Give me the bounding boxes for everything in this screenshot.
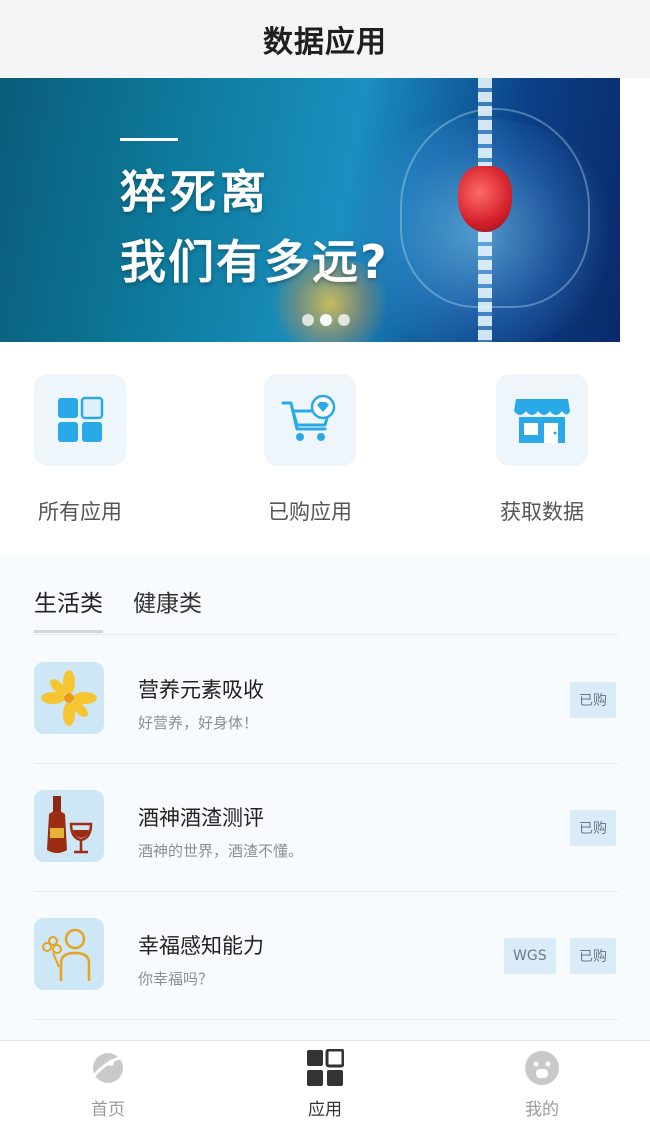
store-icon bbox=[496, 374, 588, 466]
page-title: 数据应用 bbox=[263, 25, 387, 60]
quick-actions: 所有应用 已购应用 获取数据 bbox=[0, 342, 650, 556]
flower-icon bbox=[34, 662, 104, 734]
list-item[interactable]: 幸福感知能力 你幸福吗？ WGS 已购 bbox=[34, 892, 618, 1020]
app-header: 数据应用 bbox=[0, 0, 650, 78]
quick-purchased-apps[interactable]: 已购应用 bbox=[230, 374, 390, 526]
tabbar-home[interactable]: 首页 bbox=[58, 1049, 158, 1120]
app-title: 营养元素吸收 bbox=[138, 678, 264, 702]
banner-carousel[interactable]: 猝死离 我们有多远? bbox=[0, 78, 620, 342]
quick-label: 获取数据 bbox=[500, 500, 584, 524]
app-subtitle: 好营养，好身体！ bbox=[138, 714, 259, 732]
quick-all-apps[interactable]: 所有应用 bbox=[0, 374, 160, 526]
banner-headline-2: 我们有多远? bbox=[120, 235, 389, 289]
bottom-tab-bar: 首页 应用 我的 bbox=[0, 1040, 650, 1121]
list-item[interactable]: 酒神酒渣测评 酒神的世界，酒渣不懂。 已购 bbox=[34, 764, 618, 892]
tabs-divider bbox=[34, 634, 618, 635]
carousel-dot[interactable] bbox=[302, 314, 314, 326]
person-flower-icon bbox=[34, 918, 104, 990]
tabbar-mine[interactable]: 我的 bbox=[492, 1049, 592, 1120]
tabbar-apps[interactable]: 应用 bbox=[275, 1049, 375, 1120]
carousel-dots[interactable] bbox=[302, 314, 350, 326]
cart-diamond-icon bbox=[264, 374, 356, 466]
tabbar-label: 我的 bbox=[525, 1100, 559, 1120]
tab-health[interactable]: 健康类 bbox=[133, 584, 202, 633]
app-title: 酒神酒渣测评 bbox=[138, 806, 264, 830]
face-icon bbox=[525, 1051, 559, 1085]
category-tabs: 生活类 健康类 bbox=[34, 584, 202, 633]
quick-get-data[interactable]: 获取数据 bbox=[462, 374, 622, 526]
carousel-dot-active[interactable] bbox=[320, 314, 332, 326]
wgs-badge[interactable]: WGS bbox=[504, 938, 556, 974]
banner-accent-bar bbox=[120, 138, 178, 141]
quick-label: 已购应用 bbox=[268, 500, 352, 524]
app-list-section: 生活类 健康类 营养元素吸收 好营养，好身体！ 已购 酒神酒渣测评 酒神的世界，… bbox=[0, 556, 650, 1040]
apps-grid-icon bbox=[307, 1049, 344, 1086]
app-subtitle: 酒神的世界，酒渣不懂。 bbox=[138, 842, 304, 860]
tab-life[interactable]: 生活类 bbox=[34, 584, 103, 633]
planet-icon bbox=[91, 1053, 126, 1083]
app-title: 幸福感知能力 bbox=[138, 934, 264, 958]
tabbar-label: 应用 bbox=[308, 1100, 342, 1120]
list-item[interactable]: 营养元素吸收 好营养，好身体！ 已购 bbox=[34, 636, 618, 764]
quick-label: 所有应用 bbox=[38, 500, 122, 524]
tabbar-label: 首页 bbox=[91, 1100, 125, 1120]
banner-heart-graphic bbox=[458, 166, 512, 232]
banner-headline-1: 猝死离 bbox=[120, 165, 270, 219]
grid-apps-icon bbox=[34, 374, 126, 466]
carousel-dot[interactable] bbox=[338, 314, 350, 326]
app-subtitle: 你幸福吗？ bbox=[138, 970, 214, 988]
wine-icon bbox=[34, 790, 104, 862]
purchased-badge[interactable]: 已购 bbox=[570, 938, 616, 974]
purchased-badge[interactable]: 已购 bbox=[570, 810, 616, 846]
purchased-badge[interactable]: 已购 bbox=[570, 682, 616, 718]
